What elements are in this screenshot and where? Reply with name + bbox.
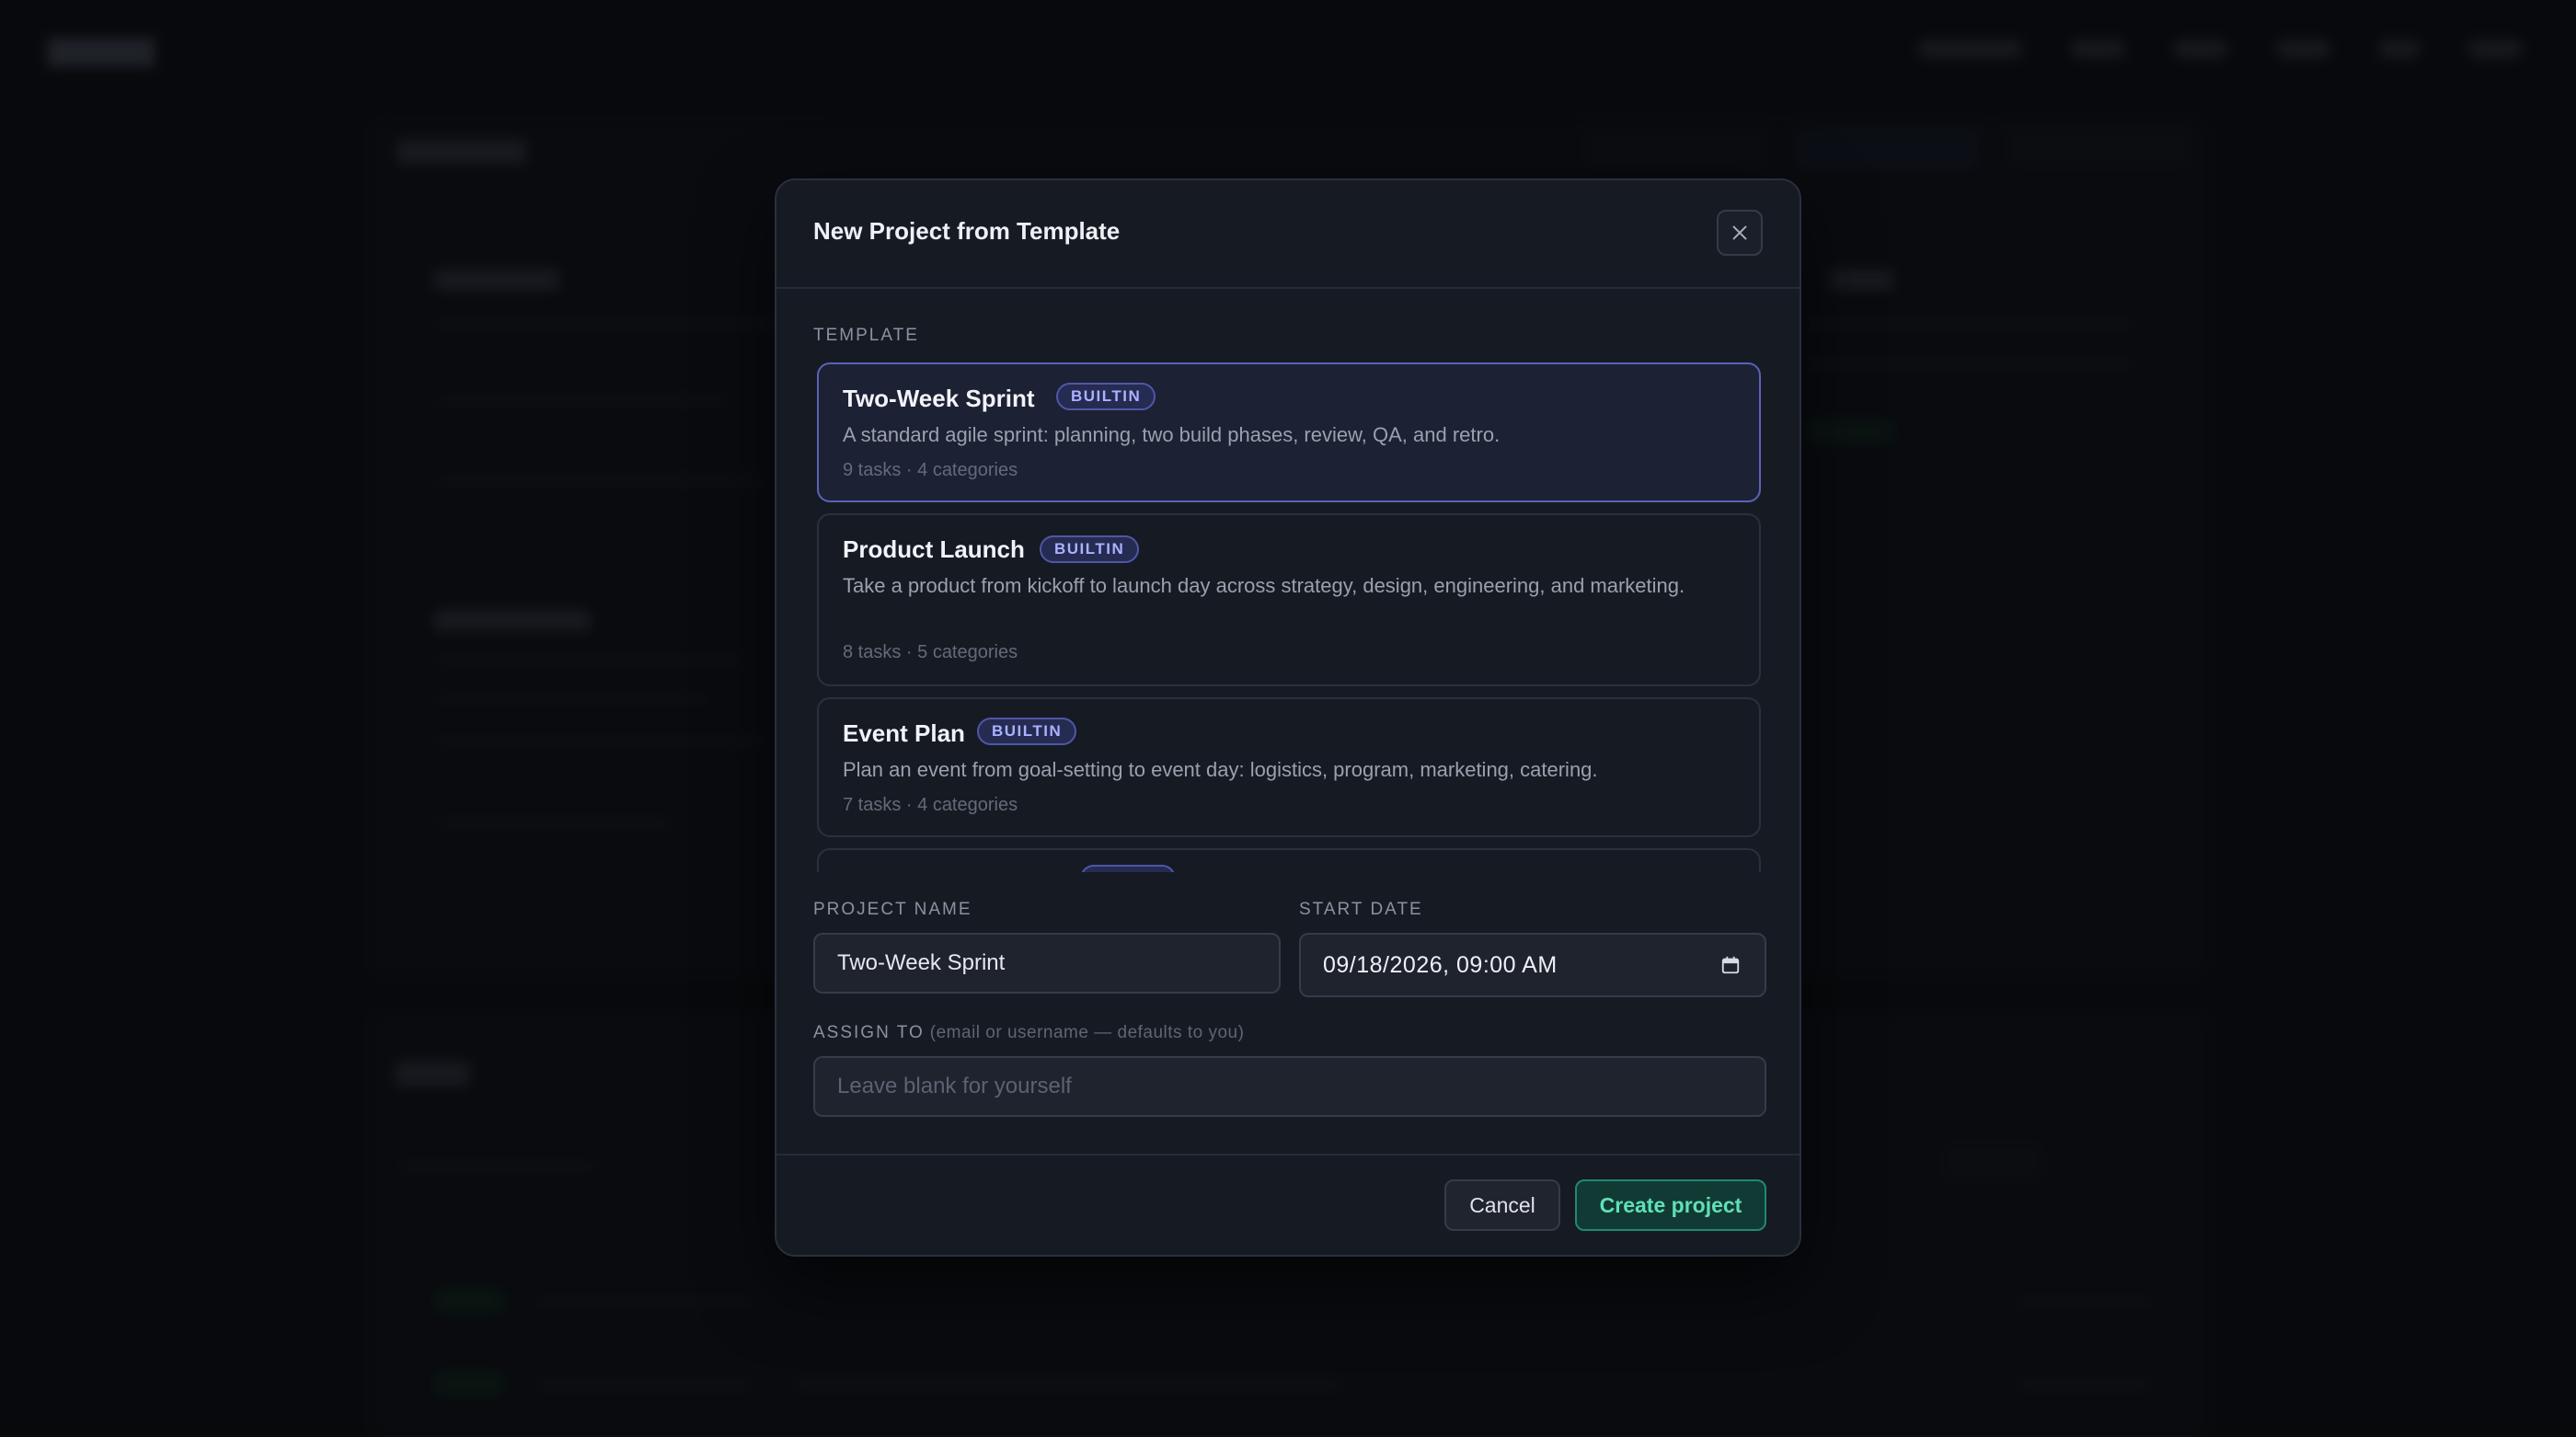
modal-header: New Project from Template: [776, 180, 1800, 289]
template-meta: 7 tasks · 4 categories: [843, 795, 1018, 815]
create-project-button[interactable]: Create project: [1575, 1179, 1766, 1231]
template-name: Event Plan: [843, 719, 965, 747]
new-project-modal: New Project from Template TEMPLATE Two-W…: [775, 178, 1801, 1257]
cancel-button[interactable]: Cancel: [1444, 1179, 1560, 1231]
assign-to-input[interactable]: [813, 1056, 1766, 1117]
project-name-input[interactable]: [813, 933, 1281, 994]
modal-title: New Project from Template: [813, 217, 1121, 245]
modal-footer: Cancel Create project: [776, 1154, 1800, 1255]
template-meta: 9 tasks · 4 categories: [843, 460, 1018, 480]
start-date-label: START DATE: [1299, 900, 1423, 919]
assign-to-label: ASSIGN TO (email or username — defaults t…: [813, 1023, 1244, 1043]
template-card-two-week-sprint[interactable]: Two-Week Sprint BUILTIN A standard agile…: [817, 362, 1761, 502]
template-name: Two-Week Sprint: [843, 385, 1035, 412]
template-meta: 8 tasks · 5 categories: [843, 642, 1018, 662]
calendar-icon[interactable]: [1720, 955, 1741, 975]
builtin-badge: BUILTIN: [1056, 383, 1156, 410]
template-description: Plan an event from goal-setting to event…: [843, 758, 1598, 781]
builtin-badge: BUILTIN: [1040, 535, 1140, 563]
assign-to-label-text: ASSIGN TO: [813, 1023, 925, 1042]
close-icon: [1732, 225, 1747, 240]
assign-to-hint: (email or username — defaults to you): [929, 1023, 1245, 1042]
template-description: Take a product from kickoff to launch da…: [843, 574, 1685, 597]
template-description: A standard agile sprint: planning, two b…: [843, 423, 1501, 446]
template-section-label: TEMPLATE: [813, 326, 919, 345]
start-date-value: 09/18/2026, 09:00 AM: [1323, 951, 1558, 978]
close-button[interactable]: [1717, 210, 1763, 256]
builtin-badge: BUILTIN: [977, 718, 1077, 745]
project-name-label: PROJECT NAME: [813, 900, 972, 919]
template-card-event-plan[interactable]: Event Plan BUILTIN Plan an event from go…: [817, 697, 1761, 837]
start-date-input[interactable]: 09/18/2026, 09:00 AM: [1299, 933, 1766, 997]
template-name: Product Launch: [843, 535, 1025, 563]
template-card-product-launch[interactable]: Product Launch BUILTIN Take a product fr…: [817, 513, 1761, 686]
